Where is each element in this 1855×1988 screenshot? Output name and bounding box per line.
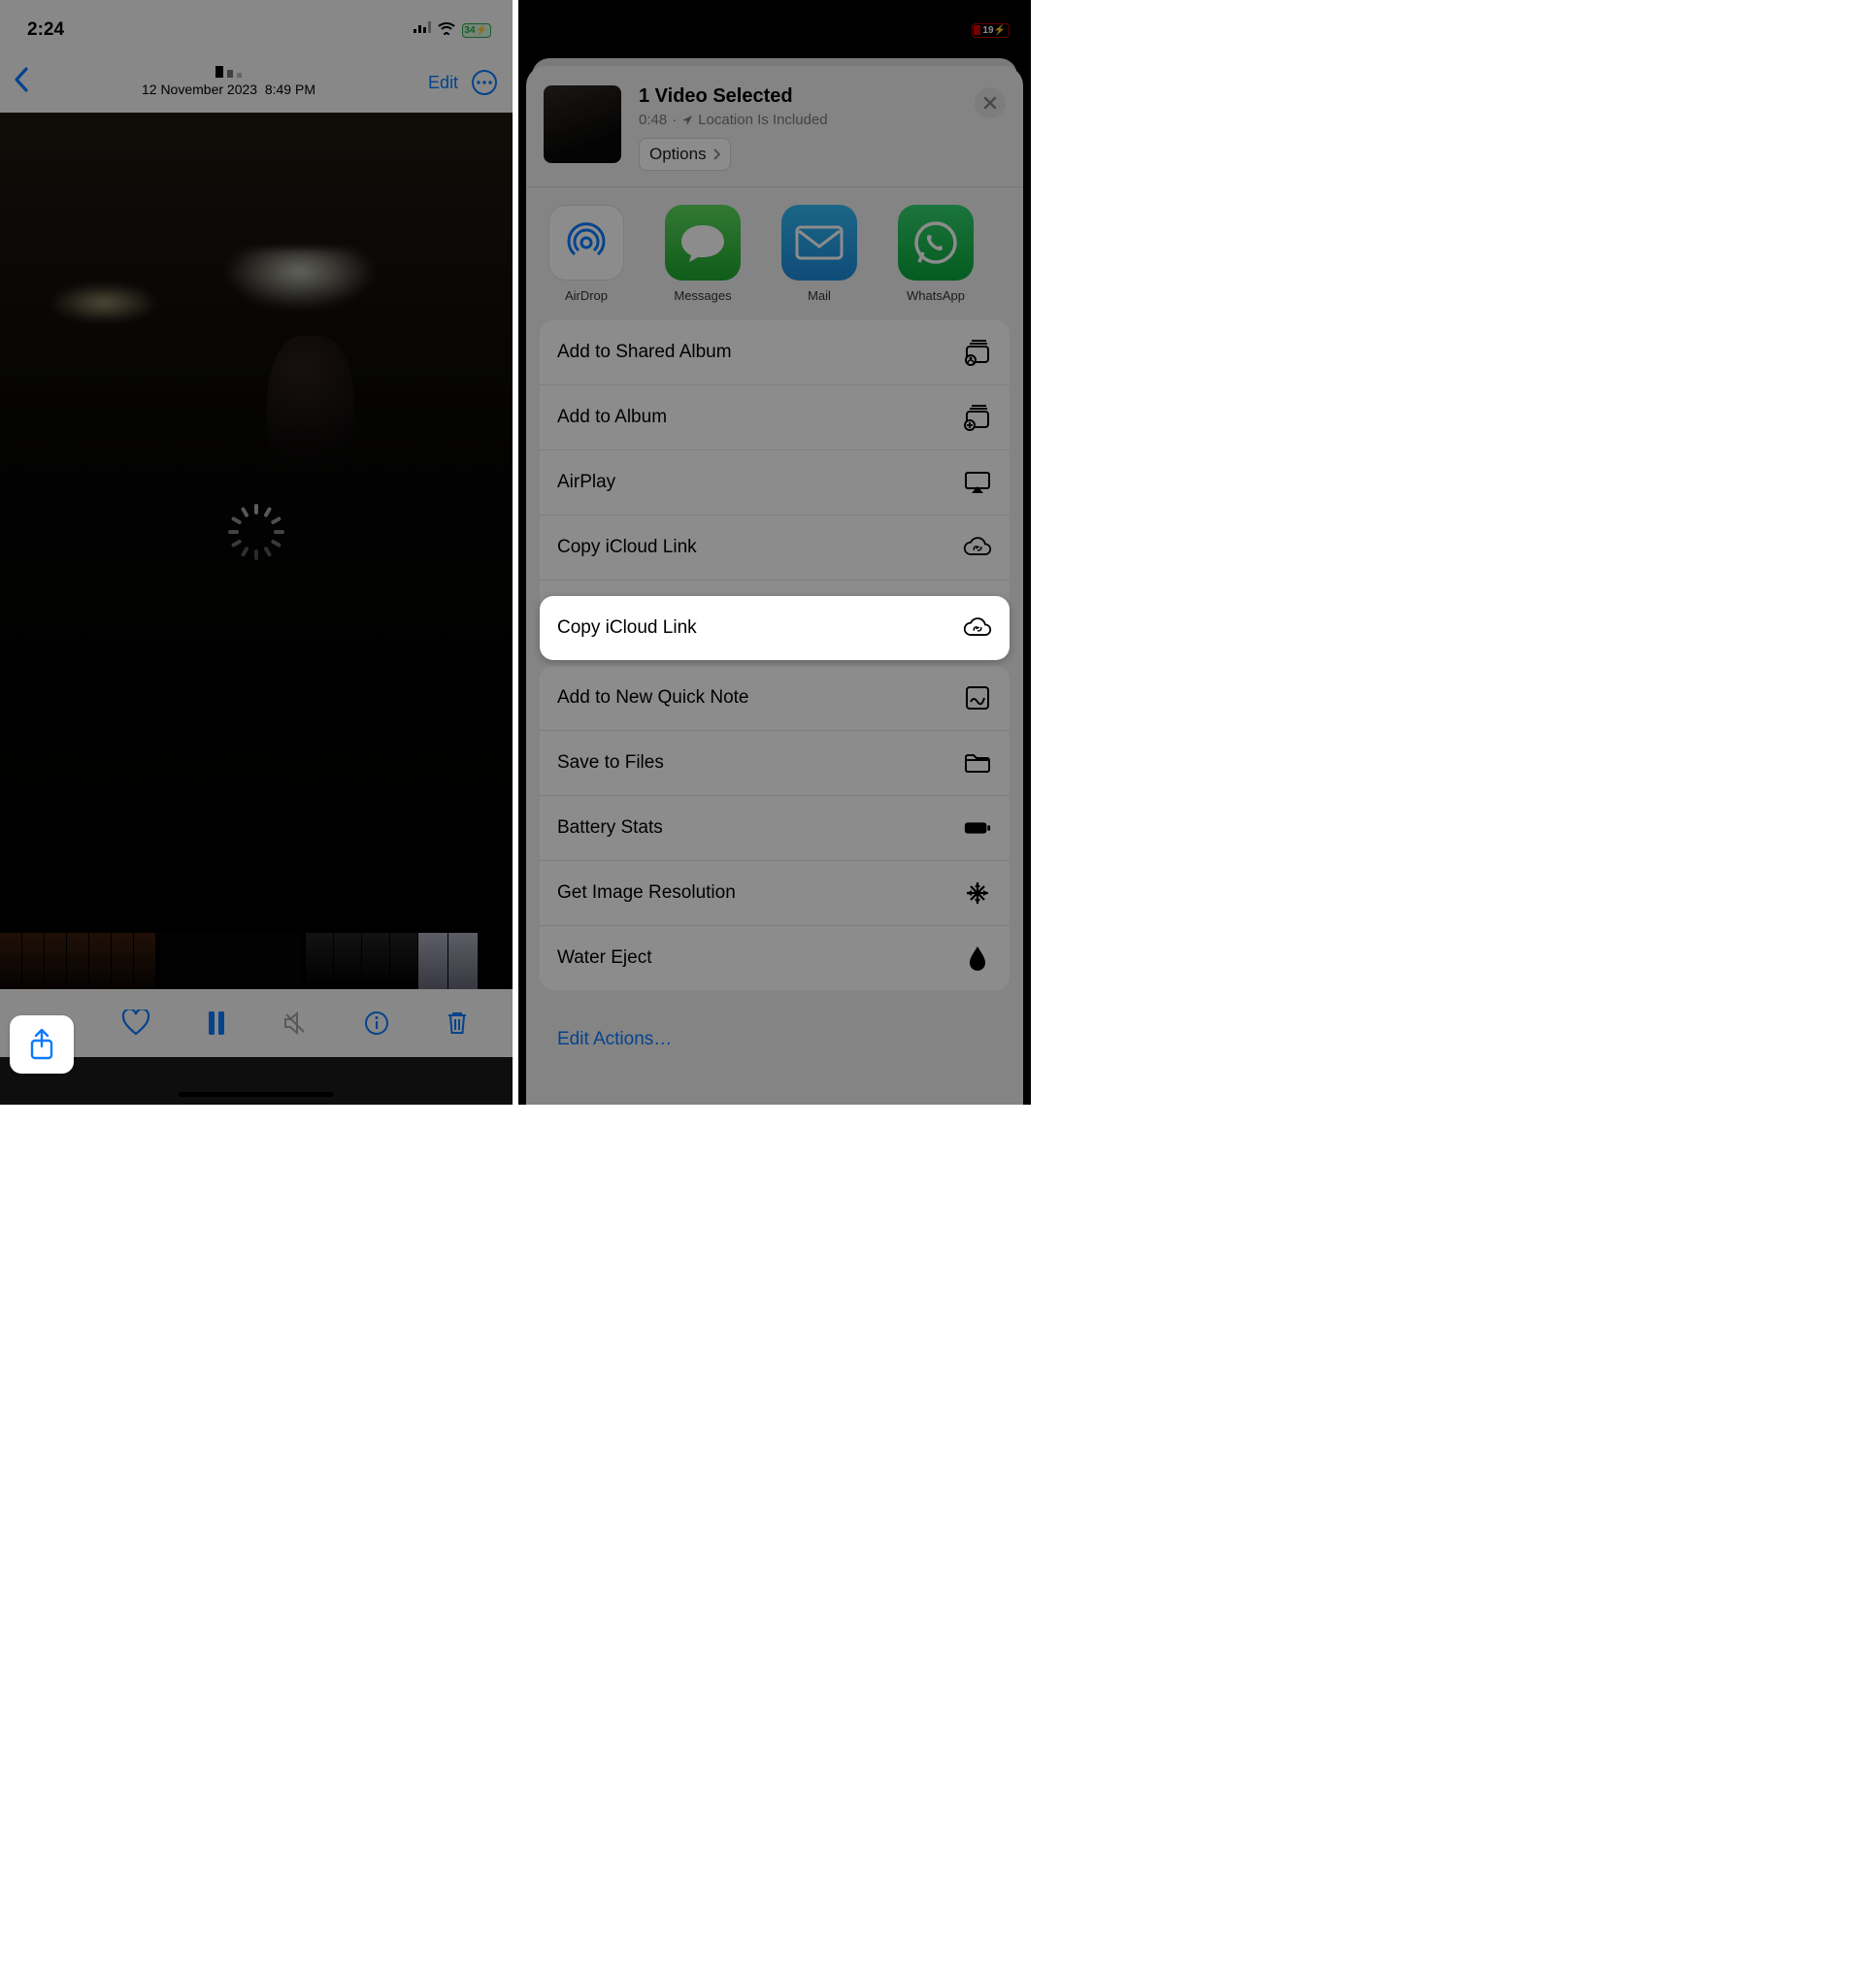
- actions-group-2: Add to New Quick Note Save to Files Batt…: [540, 666, 1010, 990]
- photo-date: 12 November 2023 8:49 PM: [142, 82, 315, 97]
- action-label: Water Eject: [557, 947, 652, 969]
- action-add-album[interactable]: Add to Album: [540, 384, 1010, 449]
- water-icon: [963, 944, 992, 973]
- app-label: Messages: [674, 288, 731, 303]
- app-mail[interactable]: Mail: [780, 205, 858, 303]
- action-image-resolution[interactable]: Get Image Resolution: [540, 860, 1010, 925]
- action-label: Copy iCloud Link: [557, 537, 697, 558]
- whatsapp-icon: [898, 205, 974, 281]
- info-button[interactable]: [355, 1002, 398, 1044]
- app-label: WhatsApp: [907, 288, 965, 303]
- sheet-subtitle: 0:48 · Location Is Included: [639, 112, 957, 128]
- action-label: Add to Album: [557, 407, 667, 428]
- share-sheet: 1 Video Selected 0:48 · Location Is Incl…: [526, 66, 1023, 1105]
- airdrop-icon: [548, 205, 624, 281]
- action-label: Add to New Quick Note: [557, 687, 748, 709]
- action-label: Battery Stats: [557, 817, 663, 839]
- wifi-icon: [437, 21, 456, 40]
- folder-icon: [963, 748, 992, 778]
- share-apps-row[interactable]: AirDrop Messages Mail WhatsApp: [526, 187, 1023, 320]
- more-button[interactable]: [472, 70, 497, 95]
- quicknote-icon: [963, 683, 992, 712]
- cellular-icon: [414, 21, 431, 40]
- action-label: Get Image Resolution: [557, 882, 736, 904]
- pause-button[interactable]: [195, 1002, 238, 1044]
- messages-icon: [665, 205, 741, 281]
- action-airplay[interactable]: AirPlay: [540, 449, 1010, 514]
- action-shared-album[interactable]: Add to Shared Album: [540, 320, 1010, 384]
- bottom-toolbar: [0, 989, 513, 1057]
- thumbnails-scrubber[interactable]: [0, 933, 513, 989]
- share-button-highlight[interactable]: [10, 1015, 74, 1074]
- mute-button[interactable]: [275, 1002, 317, 1044]
- mail-icon: [781, 205, 857, 281]
- icloud-link-icon: [963, 613, 992, 643]
- app-airdrop[interactable]: AirDrop: [547, 205, 625, 303]
- airplay-icon: [963, 468, 992, 497]
- chevron-right-icon: [712, 149, 720, 160]
- page-indicator: [29, 66, 428, 78]
- favorite-button[interactable]: [115, 1002, 157, 1044]
- options-button[interactable]: Options: [639, 138, 731, 171]
- app-label: AirDrop: [565, 288, 608, 303]
- status-bar: 2:24 34⚡: [0, 0, 513, 54]
- resolution-icon: [963, 878, 992, 908]
- shared-album-icon: [963, 338, 992, 367]
- close-button[interactable]: [975, 87, 1006, 118]
- trash-button[interactable]: [436, 1002, 479, 1044]
- action-copy-icloud-link[interactable]: Copy iCloud Link: [540, 514, 1010, 580]
- action-quick-note[interactable]: Add to New Quick Note: [540, 666, 1010, 730]
- add-album-icon: [963, 403, 992, 432]
- icloud-link-icon: [963, 533, 992, 562]
- sheet-title: 1 Video Selected: [639, 85, 957, 108]
- video-preview[interactable]: [0, 113, 513, 933]
- battery-percent: 34: [464, 25, 475, 36]
- action-water-eject[interactable]: Water Eject: [540, 925, 1010, 990]
- phone-right: 1:36 19⚡ 1 Video Selected 0:48 ·: [518, 0, 1031, 1105]
- battery-percent: 19: [982, 25, 993, 36]
- edit-actions[interactable]: Edit Actions…: [540, 1011, 1010, 1050]
- action-label: Copy iCloud Link: [557, 617, 697, 639]
- status-time: 2:24: [27, 19, 64, 41]
- edit-button[interactable]: Edit: [428, 73, 458, 93]
- loading-spinner: [237, 504, 276, 543]
- edit-actions-label: Edit Actions…: [557, 1029, 672, 1049]
- action-label: Save to Files: [557, 752, 664, 774]
- battery-icon: [963, 813, 992, 843]
- battery-icon: 19⚡: [972, 23, 1010, 38]
- action-copy-icloud-link-highlight[interactable]: Copy iCloud Link: [540, 596, 1010, 660]
- home-indicator[interactable]: [179, 1092, 334, 1097]
- nav-bar: 12 November 2023 8:49 PM Edit: [0, 54, 513, 113]
- battery-icon: 34⚡: [462, 23, 491, 38]
- location-icon: [681, 115, 693, 126]
- app-label: Mail: [808, 288, 831, 303]
- sheet-header: 1 Video Selected 0:48 · Location Is Incl…: [526, 66, 1023, 186]
- phone-left: 2:24 34⚡ 12 November 2023 8:49 PM: [0, 0, 513, 1105]
- app-whatsapp[interactable]: WhatsApp: [897, 205, 975, 303]
- action-label: Add to Shared Album: [557, 342, 732, 363]
- action-label: AirPlay: [557, 472, 615, 493]
- app-messages[interactable]: Messages: [664, 205, 742, 303]
- action-battery-stats[interactable]: Battery Stats: [540, 795, 1010, 860]
- action-save-files[interactable]: Save to Files: [540, 730, 1010, 795]
- back-button[interactable]: [14, 67, 29, 99]
- thumbnail: [544, 85, 621, 163]
